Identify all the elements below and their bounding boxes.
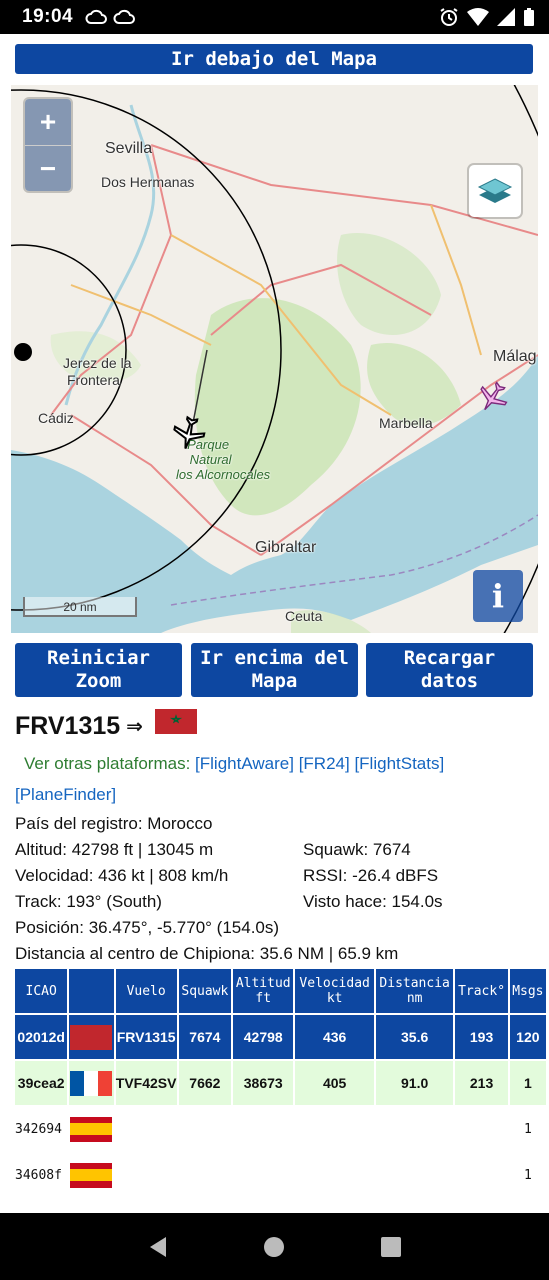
- flight-header: FRV1315 ⇒: [15, 709, 197, 741]
- map-label-cadiz: Cádiz: [38, 410, 74, 426]
- other-platforms: Ver otras plataformas: [FlightAware] [FR…: [24, 754, 444, 774]
- table-row[interactable]: 02012d FRV1315 7674 42798 436 35.6 193 1…: [15, 1015, 546, 1059]
- alarm-icon: [440, 8, 458, 26]
- aircraft-icon[interactable]: [476, 380, 510, 414]
- spain-flag-icon: [70, 1162, 113, 1188]
- col-distance[interactable]: Distancia nm: [375, 969, 454, 1013]
- flightstats-link[interactable]: [FlightStats]: [354, 754, 444, 773]
- navigation-bar: [0, 1213, 549, 1280]
- clock: 19:04: [22, 6, 74, 27]
- flightaware-link[interactable]: [FlightAware]: [195, 754, 294, 773]
- layers-button[interactable]: [469, 165, 521, 217]
- col-msgs[interactable]: Msgs: [509, 969, 546, 1013]
- info-button[interactable]: i: [473, 570, 523, 622]
- track-text: Track: 193° (South): [15, 892, 162, 911]
- france-flag-icon: [70, 1070, 113, 1096]
- rssi-text: RSSI: -26.4 dBFS: [303, 866, 439, 885]
- reload-data-button[interactable]: Recargar datos: [366, 643, 533, 697]
- table-row[interactable]: 342694 1: [15, 1107, 546, 1151]
- battery-icon: [524, 8, 534, 26]
- distance-text: Distancia al centro de Chipiona: 35.6 NM…: [15, 944, 399, 963]
- table-row[interactable]: 39cea2 TVF42SV 7662 38673 405 91.0 213 1: [15, 1061, 546, 1105]
- map[interactable]: Sevilla Dos Hermanas Jerez de la Fronter…: [11, 85, 538, 633]
- speed-text: Velocidad: 436 kt | 808 km/h: [15, 866, 229, 885]
- layers-icon: [477, 178, 513, 203]
- zoom-control: + −: [25, 99, 71, 191]
- map-label-marbella: Marbella: [379, 415, 433, 431]
- map-label-ceuta: Ceuta: [285, 608, 323, 624]
- status-bar: 19:04: [0, 0, 549, 34]
- map-label-sevilla: Sevilla: [105, 140, 153, 157]
- spain-flag-icon: [70, 1116, 113, 1142]
- flight-callsign: FRV1315: [15, 712, 121, 740]
- other-platforms-label: Ver otras plataformas:: [24, 754, 191, 773]
- col-track[interactable]: Track°: [455, 969, 508, 1013]
- home-icon[interactable]: [262, 1235, 286, 1259]
- table-header: ICAO Vuelo Squawk Altitud ft Velocidad k…: [15, 969, 546, 1013]
- zoom-in-button[interactable]: +: [25, 99, 71, 145]
- aircraft-table: ICAO Vuelo Squawk Altitud ft Velocidad k…: [13, 967, 548, 1199]
- back-icon[interactable]: [146, 1235, 170, 1259]
- aircraft-selected-icon[interactable]: [171, 415, 207, 451]
- wifi-icon: [467, 8, 489, 26]
- col-icao[interactable]: ICAO: [15, 969, 68, 1013]
- signal-icon: [497, 8, 515, 26]
- cloud-icon: [113, 9, 136, 24]
- col-flight[interactable]: Vuelo: [115, 969, 177, 1013]
- altitude-text: Altitud: 42798 ft | 13045 m: [15, 840, 214, 859]
- map-label-jerez: Jerez de la: [63, 355, 132, 371]
- col-speed[interactable]: Velocidad kt: [295, 969, 374, 1013]
- map-label-jerez-2: Frontera: [67, 372, 120, 388]
- zoom-out-button[interactable]: −: [25, 145, 71, 191]
- cloud-icon: [85, 9, 108, 24]
- fr24-link[interactable]: [FR24]: [299, 754, 350, 773]
- arrow-icon: ⇒: [126, 716, 143, 738]
- table-row[interactable]: 34608f 1: [15, 1153, 546, 1197]
- seen-text: Visto hace: 154.0s: [303, 892, 443, 911]
- map-label-malaga: Málag: [493, 348, 537, 365]
- planefinder-link[interactable]: [PlaneFinder]: [15, 785, 116, 804]
- recents-icon[interactable]: [379, 1235, 403, 1259]
- col-squawk[interactable]: Squawk: [178, 969, 232, 1013]
- go-below-map-button[interactable]: Ir debajo del Mapa: [15, 44, 533, 74]
- morocco-flag-icon: [70, 1024, 113, 1050]
- reset-zoom-button[interactable]: Reiniciar Zoom: [15, 643, 182, 697]
- col-flag[interactable]: [69, 969, 114, 1013]
- col-altitude[interactable]: Altitud ft: [233, 969, 294, 1013]
- map-label-dos-hermanas: Dos Hermanas: [101, 174, 195, 190]
- country-text: País del registro: Morocco: [15, 814, 213, 833]
- squawk-text: Squawk: 7674: [303, 840, 411, 859]
- map-scale: 20 nm: [23, 597, 137, 617]
- position-text: Posición: 36.475°, -5.770° (154.0s): [15, 918, 280, 937]
- go-above-map-button[interactable]: Ir encima del Mapa: [191, 643, 358, 697]
- map-label-gibraltar: Gibraltar: [255, 539, 317, 556]
- morocco-flag-icon: [154, 709, 197, 734]
